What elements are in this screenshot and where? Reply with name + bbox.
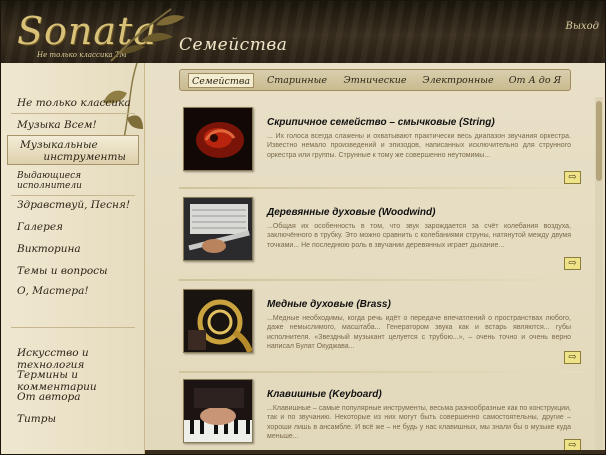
sidebar-item-mastera[interactable]: О, Мастера! [17,285,89,297]
content-list: Скрипичное семейство – смычковые (String… [179,97,591,454]
woodwind-thumbnail[interactable] [183,197,253,261]
sidebar-item-viktorina[interactable]: Викторина [17,243,81,255]
family-card-string: Скрипичное семейство – смычковые (String… [179,101,585,185]
card-title[interactable]: Деревянные духовые (Woodwind) [267,207,435,218]
sidebar-item-label-line1: Выдающиеся [17,171,82,181]
arrow-right-icon[interactable]: ⇨ [564,171,581,184]
card-text: ...Медные необходимы, когда речь идёт о … [267,315,571,351]
sidebar-item-pesnya[interactable]: Здравствуй, Песня! [17,199,130,211]
family-card-brass: Медные духовые (Brass) ...Медные необход… [179,283,585,367]
sidebar-item-label-line2: исполнители [17,181,82,191]
sidebar-item-label-line1: Музыкальные [20,139,98,151]
vertical-scrollbar[interactable] [595,97,603,453]
logo[interactable]: Sonata Не только классика ТМ [15,7,165,63]
arrow-right-icon[interactable]: ⇨ [564,351,581,364]
sidebar-item-ispolniteli[interactable]: Выдающиеся исполнители [17,171,92,191]
section-title: Семейства [179,35,288,55]
sidebar: Не только классика Музыка Всем! Музыкаль… [1,63,145,454]
sidebar-item-iskusstvo[interactable]: Искусство и технология [17,347,144,371]
sidebar-item-ot-avtora[interactable]: От автора [17,391,81,403]
tab-semeistva[interactable]: Семейства [188,73,254,88]
piano-thumbnail[interactable] [183,379,253,443]
horn-thumbnail[interactable] [183,289,253,353]
card-title[interactable]: Медные духовые (Brass) [267,299,391,310]
footer-strip [145,450,605,454]
card-title[interactable]: Скрипичное семейство – смычковые (String… [267,117,495,128]
card-text: ...Клавишные – самые популярные инструме… [267,405,571,441]
sidebar-item-muzyka-vsem[interactable]: Музыка Всем! [17,119,97,131]
sidebar-item-label-line2: инструменты [43,151,126,163]
tab-ot-a-do-ya[interactable]: От А до Я [506,73,564,88]
leaf-ornament-icon [101,63,143,164]
tab-elektronnye[interactable]: Электронные [420,73,496,88]
tab-etnicheskie[interactable]: Этнические [340,73,410,88]
sidebar-item-terminy[interactable]: Термины и комментарии [17,369,144,393]
sidebar-item-temy[interactable]: Темы и вопросы [17,265,108,277]
sidebar-item-ne-tolko-klassika[interactable]: Не только классика [17,97,131,109]
arrow-right-icon[interactable]: ⇨ [564,257,581,270]
logo-tagline: Не только классика ТМ [37,51,127,59]
header: Sonata Не только классика ТМ Семейства В… [1,1,605,63]
sidebar-item-titry[interactable]: Титры [17,413,56,425]
sidebar-item-instrumenty[interactable]: Музыкальные инструменты [7,135,139,165]
logo-text: Sonata [17,9,157,53]
sidebar-item-galereya[interactable]: Галерея [17,221,63,233]
app-window: Sonata Не только классика ТМ Семейства В… [0,0,606,455]
card-title[interactable]: Клавишные (Keyboard) [267,389,382,400]
tab-bar: Семейства Старинные Этнические Электронн… [179,69,571,91]
family-card-keyboard: Клавишные (Keyboard) ...Клавишные – самы… [179,373,585,454]
exit-link[interactable]: Выход [566,21,600,32]
family-card-woodwind: Деревянные духовые (Woodwind) ...Общая и… [179,191,585,275]
tab-starinnye[interactable]: Старинные [266,73,328,88]
card-text: ...Общая их особенность в том, что звук … [267,223,571,249]
violin-thumbnail[interactable] [183,107,253,171]
card-text: ... Их голоса всегда слажены и охватываю… [267,133,571,159]
scrollbar-thumb[interactable] [596,101,602,181]
